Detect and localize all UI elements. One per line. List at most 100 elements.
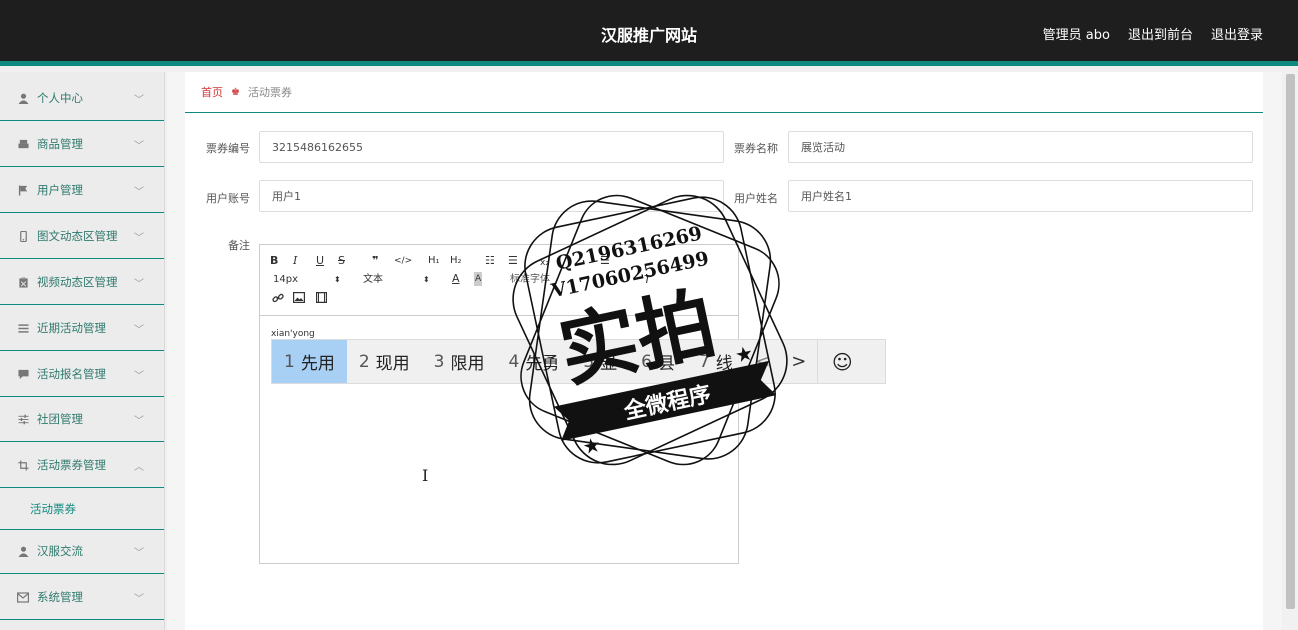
sidebar-item-users[interactable]: 用户管理 ﹀ xyxy=(0,168,164,213)
ticket-name-field[interactable]: 展览活动 xyxy=(788,131,1253,163)
heading2-button[interactable]: H₂ xyxy=(450,254,462,268)
ime-candidate[interactable]: 1 先用 xyxy=(272,340,347,383)
breadcrumb-home[interactable]: 首页 xyxy=(201,84,223,100)
sidebar-subitem-tickets[interactable]: 活动票券 xyxy=(0,488,164,530)
home-icon: ♚ xyxy=(231,86,240,98)
sidebar-item-personal-center[interactable]: 个人中心 ﹀ xyxy=(0,76,164,121)
sidebar-item-label: 社团管理 xyxy=(37,412,83,426)
candidate-number: 5 xyxy=(583,351,595,372)
chevron-down-icon: ﹀ xyxy=(134,186,144,198)
sidebar-item-label: 图文动态区管理 xyxy=(37,229,118,243)
account-label: 用户账号 xyxy=(206,192,250,205)
paragraph-arrows-icon: ⬍ xyxy=(423,275,430,284)
subscript-button[interactable]: x₂ xyxy=(540,256,549,270)
sidebar-item-system[interactable]: 系统管理 ﹀ xyxy=(0,575,164,620)
sidebar-item-label: 活动票券管理 xyxy=(37,458,106,472)
scrollbar-thumb[interactable] xyxy=(1286,74,1295,609)
comment-icon xyxy=(17,368,29,380)
candidate-text: 显 xyxy=(600,354,618,374)
emoji-icon[interactable]: ☺ xyxy=(816,340,867,383)
chevron-up-icon: ︿ xyxy=(134,461,144,473)
clear-format-icon[interactable]: T xyxy=(644,273,651,287)
chevron-down-icon: ﹀ xyxy=(134,94,144,106)
bold-button[interactable]: B xyxy=(270,254,278,268)
sidebar-item-video-posts[interactable]: 视频动态区管理 ﹀ xyxy=(0,260,164,305)
candidate-text: 先勇 xyxy=(525,354,560,374)
admin-user-label[interactable]: 管理员 abo xyxy=(1043,24,1110,43)
paragraph-select[interactable]: 文本 xyxy=(363,273,383,287)
user-icon xyxy=(17,92,29,104)
ime-candidate[interactable]: 2 现用 xyxy=(347,340,422,383)
candidate-text: 现用 xyxy=(375,354,410,374)
italic-button[interactable]: I xyxy=(293,254,297,268)
ime-candidate[interactable]: 7线 xyxy=(687,340,745,383)
indent-icon[interactable]: ☰ xyxy=(600,254,610,268)
sidebar-item-clubs[interactable]: 社团管理 ﹀ xyxy=(0,397,164,442)
mail-icon xyxy=(17,591,29,603)
ime-candidate[interactable]: 3 限用 xyxy=(422,340,497,383)
ime-next-button[interactable]: > xyxy=(781,351,817,372)
ordered-list-icon[interactable]: ☷ xyxy=(485,254,495,268)
user-icon xyxy=(17,545,29,557)
candidate-number: 3 xyxy=(433,351,445,372)
background-color-icon[interactable]: A xyxy=(474,272,483,286)
sidebar-item-label: 视频动态区管理 xyxy=(37,275,118,289)
font-family-select[interactable]: 标准字体 xyxy=(510,273,550,287)
list-icon xyxy=(17,322,29,334)
link-icon[interactable] xyxy=(272,292,284,308)
crop-icon xyxy=(17,459,29,471)
rich-text-editor[interactable]: B I U S ❞ </> H₁ H₂ ☷ ☰ x₂ ☰ 14px ⬍ 文本 ⬍… xyxy=(259,244,739,564)
ime-candidate[interactable]: 4 先勇 xyxy=(496,340,571,383)
image-icon[interactable] xyxy=(293,292,306,307)
candidate-text: 限用 xyxy=(450,354,485,374)
sidebar-item-image-posts[interactable]: 图文动态区管理 ﹀ xyxy=(0,214,164,259)
chevron-down-icon: ﹀ xyxy=(134,232,144,244)
sidebar-item-products[interactable]: 商品管理 ﹀ xyxy=(0,122,164,167)
logout-link[interactable]: 退出登录 xyxy=(1211,24,1263,43)
bullet-list-icon[interactable]: ☰ xyxy=(508,254,518,268)
sidebar-item-label: 汉服交流 xyxy=(37,544,83,558)
phone-icon xyxy=(17,230,29,242)
page-scrollbar[interactable] xyxy=(1283,72,1298,630)
candidate-number: 2 xyxy=(358,351,370,372)
ticket-no-label: 票券编号 xyxy=(206,142,250,155)
sidebar-item-registrations[interactable]: 活动报名管理 ﹀ xyxy=(0,352,164,397)
sidebar-item-label: 商品管理 xyxy=(37,137,83,151)
quote-icon[interactable]: ❞ xyxy=(372,254,378,268)
top-navbar: 汉服推广网站 管理员 abo 退出到前台 退出登录 xyxy=(0,0,1298,66)
editor-toolbar: B I U S ❞ </> H₁ H₂ ☷ ☰ x₂ ☰ 14px ⬍ 文本 ⬍… xyxy=(260,245,738,316)
sidebar-item-label: 近期活动管理 xyxy=(37,321,106,335)
ime-candidate-bar: 1 先用 2 现用 3 限用 4 先勇 5显 6县 7线 < > ☺ xyxy=(271,339,886,384)
sidebar-item-tickets[interactable]: 活动票券管理 ︿ xyxy=(0,443,164,488)
font-color-icon[interactable]: A xyxy=(452,272,460,286)
remark-label: 备注 xyxy=(228,239,250,252)
font-size-arrows-icon: ⬍ xyxy=(334,275,341,284)
print-icon xyxy=(17,138,29,150)
code-icon[interactable]: </> xyxy=(394,254,412,268)
breadcrumb-current: 活动票券 xyxy=(247,86,292,99)
header-actions: 管理员 abo 退出到前台 退出登录 xyxy=(1043,24,1263,43)
underline-button[interactable]: U xyxy=(316,254,324,268)
flag-icon xyxy=(17,184,29,196)
candidate-text: 先用 xyxy=(300,354,335,374)
sidebar-item-recent-activities[interactable]: 近期活动管理 ﹀ xyxy=(0,306,164,351)
ime-candidate[interactable]: 5显 xyxy=(571,340,629,383)
font-size-select[interactable]: 14px xyxy=(273,273,298,287)
breadcrumb: 首页 ♚ 活动票券 xyxy=(185,72,1263,113)
candidate-number: 6 xyxy=(641,351,652,372)
video-icon[interactable] xyxy=(316,292,328,307)
ime-candidate[interactable]: 6县 xyxy=(629,340,687,383)
ticket-name-label: 票券名称 xyxy=(734,142,778,155)
sidebar-item-label: 个人中心 xyxy=(37,91,83,105)
heading1-button[interactable]: H₁ xyxy=(428,254,440,268)
sidebar-item-hanfu-exchange[interactable]: 汉服交流 ﹀ xyxy=(0,529,164,574)
candidate-number: 1 xyxy=(284,351,295,372)
ime-prev-button[interactable]: < xyxy=(745,351,781,372)
chevron-down-icon: ﹀ xyxy=(134,278,144,290)
account-field[interactable]: 用户1 xyxy=(259,180,724,212)
ticket-no-field[interactable]: 3215486162655 xyxy=(259,131,724,163)
strike-button[interactable]: S xyxy=(338,254,345,268)
candidate-number: 4 xyxy=(508,351,520,372)
username-field[interactable]: 用户姓名1 xyxy=(788,180,1253,212)
exit-to-front-link[interactable]: 退出到前台 xyxy=(1128,24,1193,43)
